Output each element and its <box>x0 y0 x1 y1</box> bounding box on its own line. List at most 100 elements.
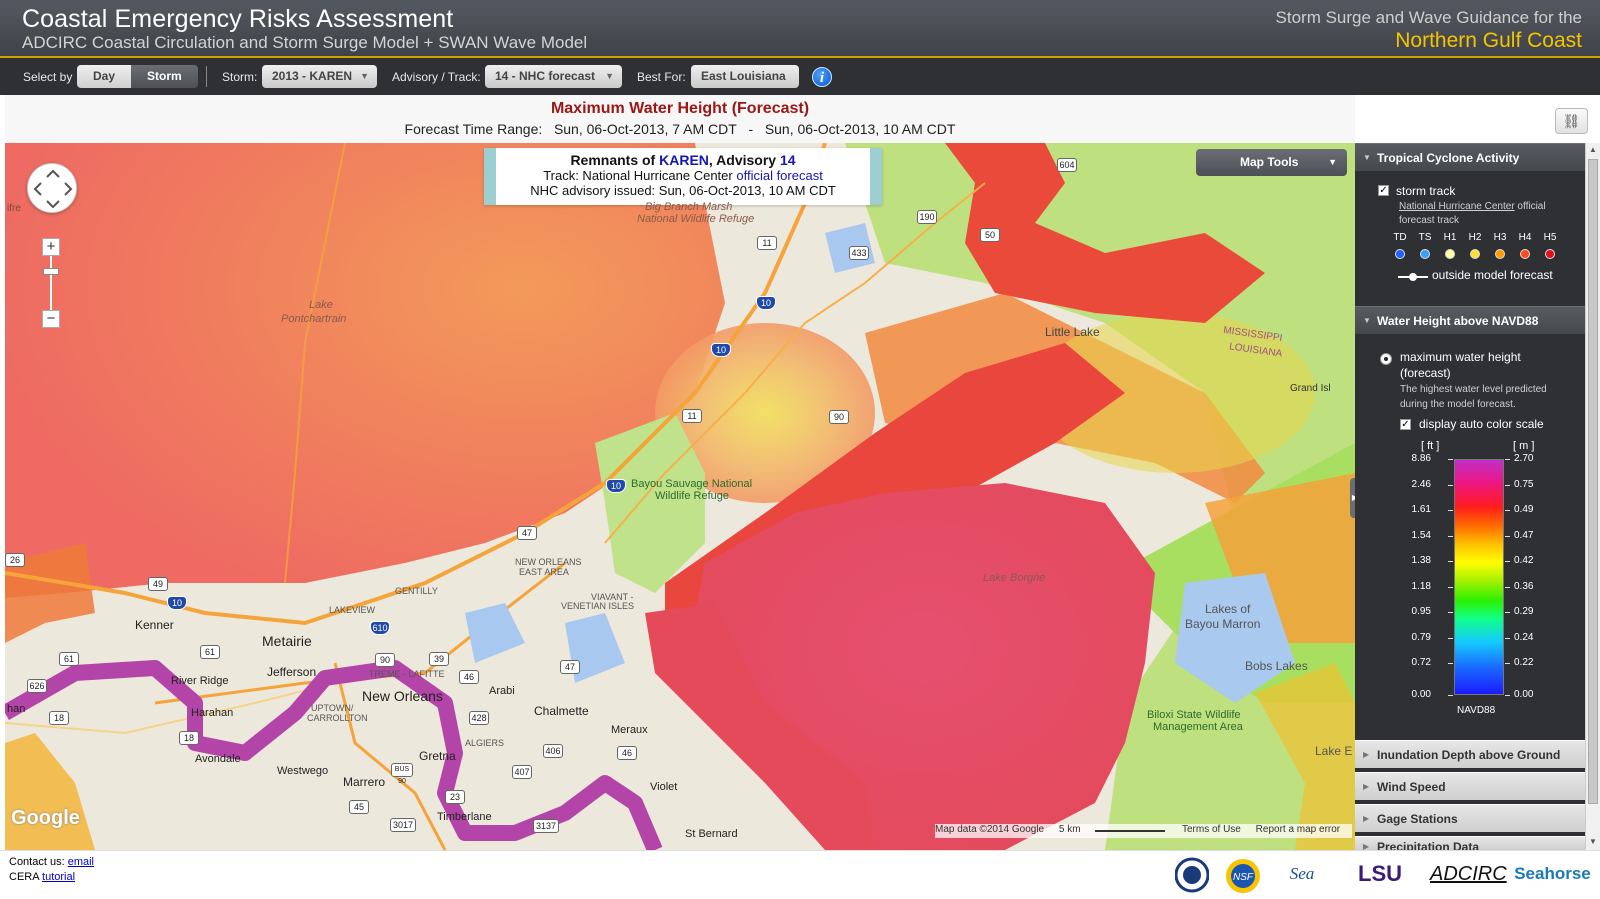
email-link[interactable]: email <box>68 856 94 868</box>
category-label-h2: H2 <box>1468 232 1482 243</box>
road-shield: 626 <box>27 679 47 693</box>
map-view[interactable]: + − Remnants of KAREN, Advisory 14 Track… <box>5 143 1355 850</box>
scale-m-value: 2.70 <box>1514 453 1534 464</box>
scrollbar-thumb[interactable] <box>1588 159 1598 804</box>
road-shield: 11 <box>757 236 777 250</box>
auto-color-scale-checkbox[interactable]: ✓ <box>1400 419 1411 430</box>
info-icon[interactable]: i <box>812 67 832 87</box>
interstate-shield: 10 <box>606 479 626 493</box>
water-height-header[interactable]: ▼ Water Height above NAVD88 <box>1355 306 1585 334</box>
report-error-link[interactable]: Report a map error <box>1256 824 1340 835</box>
zoom-slider-track[interactable] <box>50 256 52 310</box>
tropical-cyclone-header[interactable]: ▼ Tropical Cyclone Activity <box>1355 143 1585 171</box>
storm-track-label: storm track <box>1396 184 1456 198</box>
max-water-label: maximum water height <box>1400 350 1521 364</box>
precipitation-header[interactable]: ▶ Precipitation Data <box>1355 836 1585 850</box>
map-tools-button[interactable]: Map Tools ▼ <box>1196 149 1347 176</box>
seahorse-logo[interactable]: Seahorse <box>1510 857 1595 895</box>
nsf-logo[interactable]: NSF <box>1224 857 1262 895</box>
scale-m-value: 0.42 <box>1514 555 1534 566</box>
map-label: Lake Borgne <box>983 572 1046 584</box>
dhs-seal-icon <box>1174 857 1210 893</box>
max-water-radio[interactable] <box>1380 353 1392 365</box>
map-label: Little Lake <box>1045 325 1100 339</box>
scale-tick <box>1448 561 1453 562</box>
scroll-down-icon[interactable]: ▼ <box>1587 835 1599 849</box>
info-track-prefix: Track: National Hurricane Center <box>543 168 737 183</box>
dhs-logo[interactable] <box>1174 857 1210 895</box>
map-label: Kenner <box>135 618 174 632</box>
scale-bar <box>1095 824 1166 832</box>
nhc-link[interactable]: National Hurricane Center <box>1399 201 1515 212</box>
road-shield: 45 <box>349 800 369 814</box>
lsu-logo[interactable]: LSU <box>1345 857 1415 895</box>
storm-info-title: Remnants of KAREN, Advisory 14 <box>496 152 870 168</box>
auto-color-scale-label: display auto color scale <box>1419 417 1544 431</box>
category-dot-h2 <box>1470 249 1480 259</box>
link-icon[interactable]: ⛓ <box>1555 108 1588 134</box>
storm-track-checkbox[interactable]: ✓ <box>1378 185 1389 196</box>
road-shield: 90 <box>829 410 849 424</box>
scale-m-value: 0.29 <box>1514 606 1534 617</box>
map-label: Harahan <box>191 707 234 719</box>
scale-ft-value: 2.46 <box>1411 478 1431 490</box>
best-for-field[interactable]: East Louisiana <box>691 65 799 88</box>
panel-scrollbar[interactable]: ▲ ▼ <box>1585 143 1600 850</box>
contact-prefix: Contact us: <box>9 856 68 868</box>
pan-control[interactable] <box>27 163 77 213</box>
collapse-triangle-icon: ▼ <box>1363 153 1371 162</box>
storm-button[interactable]: Storm <box>131 65 198 88</box>
scale-tick <box>1505 459 1510 460</box>
scale-tick <box>1505 535 1510 537</box>
app-subtitle: ADCIRC Coastal Circulation and Storm Sur… <box>22 33 588 52</box>
advisory-dropdown[interactable]: 14 - NHC forecast ▼ <box>485 65 622 88</box>
precipitation-title: Precipitation Data <box>1377 840 1480 850</box>
road-shield: 11 <box>682 409 702 423</box>
app-header: Coastal Emergency Risks Assessment ADCIR… <box>0 0 1600 58</box>
category-label-h4: H4 <box>1518 232 1532 243</box>
outside-forecast-icon <box>1398 273 1428 281</box>
adcirc-logo[interactable]: ADCIRC <box>1430 857 1507 895</box>
storm-dropdown[interactable]: 2013 - KAREN ▼ <box>262 65 377 88</box>
zoom-in-button[interactable]: + <box>42 238 60 256</box>
chevron-down-icon: ▼ <box>605 71 614 81</box>
official-forecast-link[interactable]: official forecast <box>736 168 822 183</box>
app-title: Coastal Emergency Risks Assessment <box>22 5 454 33</box>
gage-stations-header[interactable]: ▶ Gage Stations <box>1355 804 1585 832</box>
range-separator: - <box>748 121 754 137</box>
max-water-label-2: (forecast) <box>1400 366 1451 380</box>
wind-speed-header[interactable]: ▶ Wind Speed <box>1355 772 1585 800</box>
map-label: Bayou Marron <box>1185 617 1261 631</box>
interstate-shield: 10 <box>711 343 731 357</box>
chevron-down-icon: ▼ <box>360 71 369 81</box>
info-advisory-text: , Advisory <box>708 152 780 168</box>
info-advisory-number: 14 <box>779 152 796 168</box>
unit-ft-label: [ ft ] <box>1421 440 1440 452</box>
map-label: Management Area <box>1153 721 1243 733</box>
info-prefix: Remnants of <box>570 152 660 168</box>
map-label: Lake <box>309 299 333 311</box>
terms-link[interactable]: Terms of Use <box>1182 824 1241 835</box>
expand-triangle-icon: ▶ <box>1363 814 1370 823</box>
tutorial-link[interactable]: tutorial <box>42 871 75 883</box>
map-label: Grand Isl <box>1290 383 1331 394</box>
day-button[interactable]: Day <box>77 65 132 88</box>
scale-m-value: 0.24 <box>1514 631 1534 643</box>
map-label: New Orleans <box>362 688 443 704</box>
road-shield: 433 <box>849 246 869 260</box>
scale-ft-value: 0.00 <box>1411 689 1431 700</box>
inundation-header[interactable]: ▶ Inundation Depth above Ground <box>1355 740 1585 768</box>
scale-tick <box>1505 663 1510 664</box>
nhc-suffix: official <box>1514 201 1546 212</box>
scale-ft-value: 1.18 <box>1411 580 1431 592</box>
scroll-up-icon[interactable]: ▲ <box>1587 143 1599 157</box>
scale-ft-value: 1.54 <box>1411 529 1431 541</box>
zoom-slider-thumb[interactable] <box>43 268 59 275</box>
storm-field-label: Storm: <box>222 70 258 84</box>
toolbar-divider <box>206 66 207 87</box>
zoom-out-button[interactable]: − <box>42 310 60 328</box>
max-water-desc-2: during the model forecast. <box>1400 399 1516 410</box>
category-label-h3: H3 <box>1493 232 1507 243</box>
scale-m-value: 0.36 <box>1514 580 1534 592</box>
sea-grant-logo[interactable]: Sea Grant <box>1276 857 1328 899</box>
